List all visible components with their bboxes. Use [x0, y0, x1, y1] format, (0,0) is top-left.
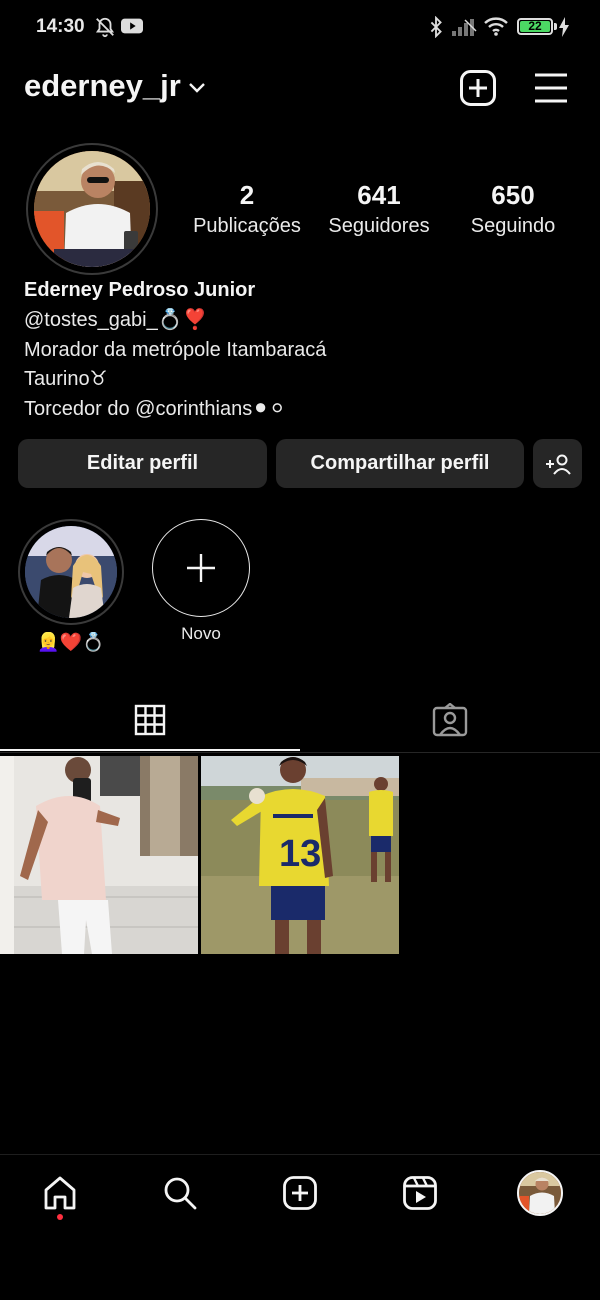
profile-avatar-small: [517, 1170, 563, 1216]
highlight-label: 👱‍♀️❤️💍: [37, 632, 105, 652]
post-image-soccer-player: 13: [201, 756, 399, 954]
avatar-photo: [34, 151, 150, 267]
highlight-item[interactable]: [18, 519, 124, 625]
post-thumbnail[interactable]: 13: [201, 756, 399, 954]
username-switcher[interactable]: ederney_jr: [24, 68, 181, 104]
home-notification-dot: [57, 1214, 63, 1220]
stat-posts-value: 2: [239, 180, 255, 210]
nav-home[interactable]: [30, 1169, 90, 1217]
stat-followers-value: 641: [357, 180, 401, 210]
share-profile-button[interactable]: Compartilhar perfil: [276, 439, 524, 488]
tab-posts-grid[interactable]: [0, 690, 300, 750]
share-profile-label: Compartilhar perfil: [310, 452, 490, 474]
stat-following-value: 650: [491, 180, 535, 210]
bio-line-team[interactable]: Torcedor do @corinthians⚫⚪: [24, 395, 584, 425]
tab-tagged[interactable]: [300, 690, 600, 750]
status-time: 14:30: [36, 16, 85, 37]
profile-name: Ederney Pedroso Junior: [24, 279, 256, 301]
nav-create[interactable]: [270, 1169, 330, 1217]
edit-profile-label: Editar perfil: [86, 452, 199, 474]
nav-reels[interactable]: [390, 1169, 450, 1217]
plus-icon: [187, 554, 215, 582]
reels-icon: [403, 1176, 437, 1210]
bio-line-sign: Taurino♉: [24, 368, 108, 390]
profile-bio: Ederney Pedroso Junior @tostes_gabi_💍❣️ …: [24, 277, 584, 424]
bio-line-location: Morador da metrópole Itambaracá: [24, 338, 327, 361]
nav-profile[interactable]: [510, 1169, 570, 1217]
create-post-icon: [283, 1176, 317, 1210]
status-bar: 14:30 22: [0, 0, 600, 56]
battery-tip: [554, 23, 557, 30]
menu-icon[interactable]: [533, 72, 569, 104]
charging-icon: [559, 17, 569, 37]
stat-followers-label: Seguidores: [328, 215, 430, 237]
add-person-icon: [545, 454, 571, 475]
battery-icon: 22: [517, 18, 553, 35]
post-image-mirror-selfie: [0, 756, 198, 954]
chevron-down-icon[interactable]: [188, 80, 206, 94]
bottom-nav: [0, 1154, 600, 1300]
stat-following[interactable]: 650 Seguindo: [448, 180, 578, 238]
discover-people-button[interactable]: [533, 439, 582, 488]
grid-icon: [134, 704, 166, 736]
youtube-icon: [121, 18, 143, 34]
username-title: ederney_jr: [24, 68, 181, 103]
edit-profile-button[interactable]: Editar perfil: [18, 439, 267, 488]
post-thumbnail[interactable]: [0, 756, 198, 954]
svg-text:13: 13: [279, 833, 321, 875]
signal-icon: [452, 19, 477, 36]
stat-following-label: Seguindo: [470, 215, 556, 237]
home-icon: [44, 1176, 76, 1210]
tab-divider: [0, 752, 600, 753]
search-icon: [164, 1177, 197, 1210]
profile-avatar[interactable]: [26, 143, 158, 275]
bell-off-icon: [95, 17, 115, 38]
nav-search[interactable]: [150, 1169, 210, 1217]
new-highlight-button[interactable]: [152, 519, 250, 617]
battery-level: 22: [528, 19, 542, 33]
wifi-icon: [484, 17, 508, 36]
bluetooth-icon: [430, 16, 442, 38]
stat-followers[interactable]: 641 Seguidores: [314, 180, 444, 238]
highlight-cover: [25, 526, 117, 618]
active-tab-indicator: [0, 749, 300, 751]
add-post-icon[interactable]: [459, 69, 497, 107]
new-highlight-label: Novo: [181, 624, 221, 643]
tagged-person-icon: [432, 703, 468, 737]
stat-posts[interactable]: 2 Publicações: [182, 180, 312, 238]
bio-line-mention[interactable]: @tostes_gabi_💍❣️: [24, 306, 584, 336]
stat-posts-label: Publicações: [193, 215, 301, 237]
